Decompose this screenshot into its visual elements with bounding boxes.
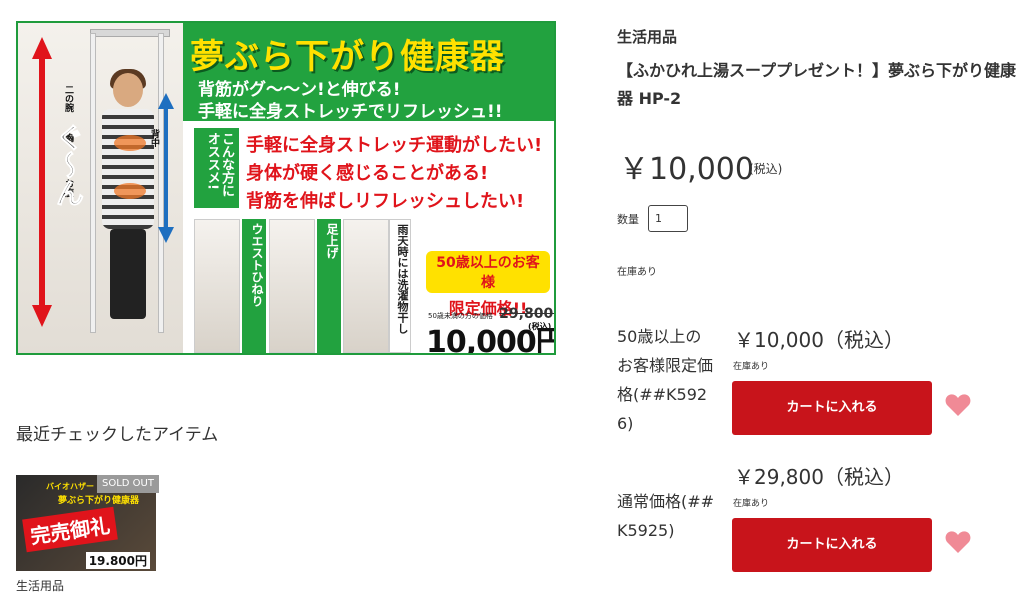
frame-left [90,33,96,333]
banner-title: 夢ぶら下がり健康器 [190,37,505,77]
tag-waist-twist: ウエストひねり [242,219,266,353]
banner-point-1: 手軽に全身ストレッチ運動がしたい! [246,135,543,156]
quantity-input[interactable] [648,205,688,232]
person-body [102,109,154,229]
variant-stock-regular: 在庫あり [733,499,770,509]
product-photo: 二の腕 胸 お腹 背中 ぐ～ん [18,23,183,353]
banner-price-tax: (税込) [528,322,552,331]
variant-price-senior: ￥10,000（税込） [734,328,904,352]
age-badge: 50歳以上のお客様 限定価格!! [426,251,550,318]
person-legs [110,229,146,319]
recent-thumb-price: 19.800円 [85,552,150,569]
heart-icon[interactable] [945,393,971,417]
tag-laundry: 雨天時には洗濯物干し [389,219,411,353]
stock-status: 在庫あり [617,267,657,278]
variant-label-regular: 通常価格(##K5925) [617,492,715,540]
quantity-label: 数量 [617,213,639,226]
recent-item-category[interactable]: 生活用品 [16,577,64,594]
product-price: ￥10,000 [619,152,754,187]
recent-thumb-text-2: 夢ぶら下がり健康器 [58,496,140,506]
age-line-1: 50歳以上のお客様 [426,251,550,293]
product-price-tax: (税込) [749,162,783,176]
sold-thanks-badge: 完売御礼 [22,506,118,553]
variant-price-regular: ￥29,800（税込） [734,465,904,489]
recent-thumb-text-1: バイオハザー [46,482,94,491]
product-main-image[interactable]: 二の腕 胸 お腹 背中 ぐ～ん 夢ぶら下がり健康器 背筋がグ～～ン!と伸びる! … [16,21,556,355]
banner-point-3: 背筋を伸ばしリフレッシュしたい! [246,191,525,212]
variant-label-senior: 50歳以上のお客様限定価格(##K5926) [617,327,714,433]
heart-icon[interactable] [945,530,971,554]
banner-point-2: 身体が硬く感じることがある! [246,163,489,184]
product-category[interactable]: 生活用品 [617,26,677,47]
thumb-waist-twist [194,219,240,353]
back-arrow-icon [158,93,174,243]
product-title: 【ふかひれ上湯スーププレゼント！】夢ぶら下がり健康器 HP-2 [617,61,1017,108]
sold-out-badge: SOLD OUT [97,475,159,493]
add-to-cart-button-senior[interactable]: カートに入れる [732,381,932,435]
label-upper-arm: 二の腕 [63,85,73,112]
gun-text: ぐ～ん [52,123,86,208]
recent-items-heading: 最近チェックしたアイテム [16,425,219,445]
label-back: 背中 [149,129,159,147]
belly-highlight [114,183,146,199]
add-to-cart-button-regular[interactable]: カートに入れる [732,518,932,572]
chest-highlight [114,135,146,151]
tag-leg-raise: 足上げ [317,219,341,353]
thumb-leg-raise [269,219,315,353]
thumb-laundry [343,219,389,353]
banner-subtitle-2: 手軽に全身ストレッチでリフレッシュ!! [198,102,503,122]
person-head [113,73,143,107]
recommend-box: こんな方にオススメ! [194,128,239,208]
variant-stock-senior: 在庫あり [733,362,770,372]
